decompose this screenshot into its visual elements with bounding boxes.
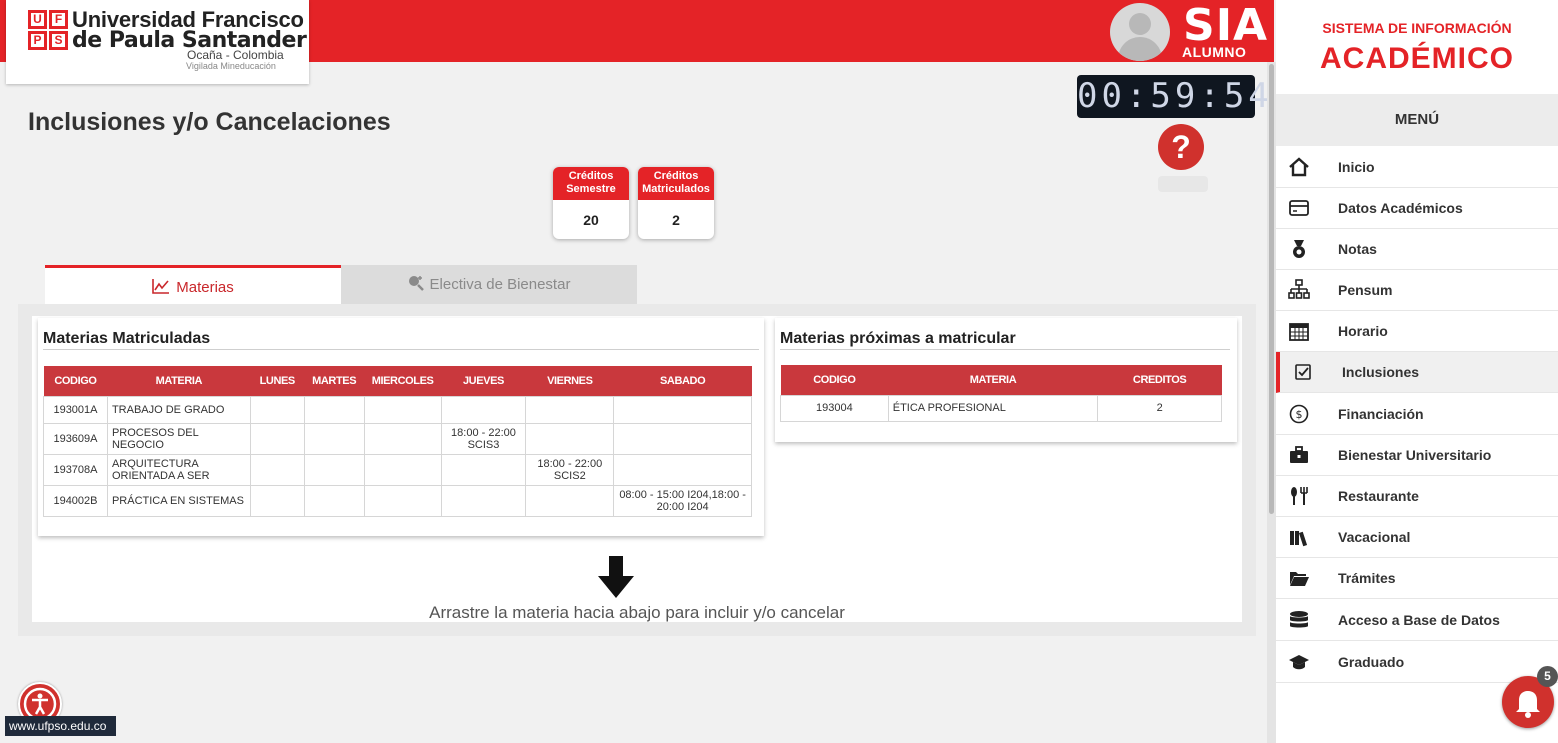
arrow-down-icon [598,556,634,598]
sidebar: SISTEMA DE INFORMACIÓN ACADÉMICO MENÚ In… [1276,0,1558,743]
scrollbar-thumb[interactable] [1269,64,1274,514]
logo-line-4: Vigilada Mineducación [186,61,276,71]
folder-open-icon [1290,572,1309,586]
sidebar-item-inicio[interactable]: Inicio [1276,147,1558,188]
books-icon [1290,531,1308,547]
credits-semester-header: Créditos Semestre [553,167,629,200]
briefcase-icon [1290,446,1308,463]
home-icon [1289,157,1309,177]
university-logo[interactable]: U F P S Universidad Francisco de Paula S… [6,0,309,84]
medal-icon [1293,240,1305,258]
sidebar-item-financiacion[interactable]: $ Financiación [1276,394,1558,435]
tab-materias[interactable]: Materias [45,265,341,305]
credits-semester-card: Créditos Semestre 20 [553,167,629,239]
dollar-circle-icon: $ [1289,404,1309,424]
chart-line-icon [152,279,170,294]
checkbox-icon [1295,364,1311,380]
table-row[interactable]: 194002B PRÁCTICA EN SISTEMAS 08:00 - 15:… [43,484,752,517]
graduation-cap-icon [1289,655,1309,670]
help-label-placeholder [1158,176,1208,192]
avatar-body [1118,37,1162,61]
page-scrollbar[interactable] [1267,62,1276,743]
enrolled-subjects-title: Materias Matriculadas [43,330,211,347]
user-avatar[interactable] [1110,3,1170,61]
table-row[interactable]: 193004 ÉTICA PROFESIONAL 2 [780,394,1222,422]
session-timer: 00:59:54 [1077,75,1273,118]
table-header-row: CODIGO MATERIA CREDITOS [780,365,1222,395]
svg-text:$: $ [1296,408,1303,421]
notification-count-badge: 5 [1537,666,1558,687]
logo-line-3: Ocaña - Colombia [187,48,284,62]
table-header-row: CODIGO MATERIA LUNES MARTES MIERCOLES JU… [43,366,752,396]
sidebar-title-1: SISTEMA DE INFORMACIÓN [1322,20,1512,36]
sidebar-item-restaurante[interactable]: Restaurante [1276,476,1558,517]
divider [780,349,1230,350]
drag-hint: Arrastre la materia hacia abajo para inc… [429,603,845,622]
id-card-icon [1289,200,1309,216]
calendar-icon [1289,323,1309,341]
credits-enrolled-value: 2 [672,212,680,228]
utensils-icon [1291,487,1308,505]
tab-electiva-label: Electiva de Bienestar [429,276,571,293]
menu-header: MENÚ [1276,94,1558,146]
sidebar-item-vacacional[interactable]: Vacacional [1276,517,1558,558]
sitemap-icon [1288,279,1310,299]
enrolled-subjects-card: Materias Matriculadas CODIGO MATERIA LUN… [38,318,764,536]
sidebar-item-inclusiones[interactable]: Inclusiones [1276,352,1558,393]
table-row[interactable]: 193708A ARQUITECTURA ORIENTADA A SER 18:… [43,453,752,486]
database-icon [1290,611,1308,628]
page-title: Inclusiones y/o Cancelaciones [28,108,391,136]
sidebar-item-pensum[interactable]: Pensum [1276,270,1558,311]
table-row[interactable]: 193609A PROCESOS DEL NEGOCIO 18:00 - 22:… [43,422,752,455]
tab-electiva-bienestar[interactable]: Electiva de Bienestar [341,265,637,305]
upcoming-subjects-title: Materias próximas a matricular [780,330,1016,347]
status-url: www.ufpso.edu.co [5,716,116,736]
table-row[interactable]: 193001A TRABAJO DE GRADO [43,395,752,424]
sidebar-item-datos-academicos[interactable]: Datos Académicos [1276,188,1558,229]
sidebar-item-base-datos[interactable]: Acceso a Base de Datos [1276,600,1558,641]
sidebar-item-tramites[interactable]: Trámites [1276,558,1558,599]
search-plus-icon [408,276,424,291]
avatar-head [1129,13,1151,35]
ufps-logo-mark: U F P S [28,10,68,50]
upcoming-subjects-table: CODIGO MATERIA CREDITOS 193004 ÉTICA PRO… [780,365,1222,422]
sidebar-item-horario[interactable]: Horario [1276,311,1558,352]
credits-enrolled-header: Créditos Matriculados [638,167,714,200]
upcoming-subjects-card: Materias próximas a matricular CODIGO MA… [775,318,1237,442]
sidebar-item-notas[interactable]: Notas [1276,229,1558,270]
tab-materias-label: Materias [176,279,234,296]
sidebar-title-2: ACADÉMICO [1320,42,1514,75]
enrolled-subjects-table: CODIGO MATERIA LUNES MARTES MIERCOLES JU… [43,366,752,517]
credits-semester-value: 20 [583,212,599,228]
credits-enrolled-card: Créditos Matriculados 2 [638,167,714,239]
help-button[interactable]: ? [1158,124,1204,170]
app-subtitle: ALUMNO [1182,44,1247,60]
sidebar-item-bienestar[interactable]: Bienestar Universitario [1276,435,1558,476]
divider [43,349,759,350]
